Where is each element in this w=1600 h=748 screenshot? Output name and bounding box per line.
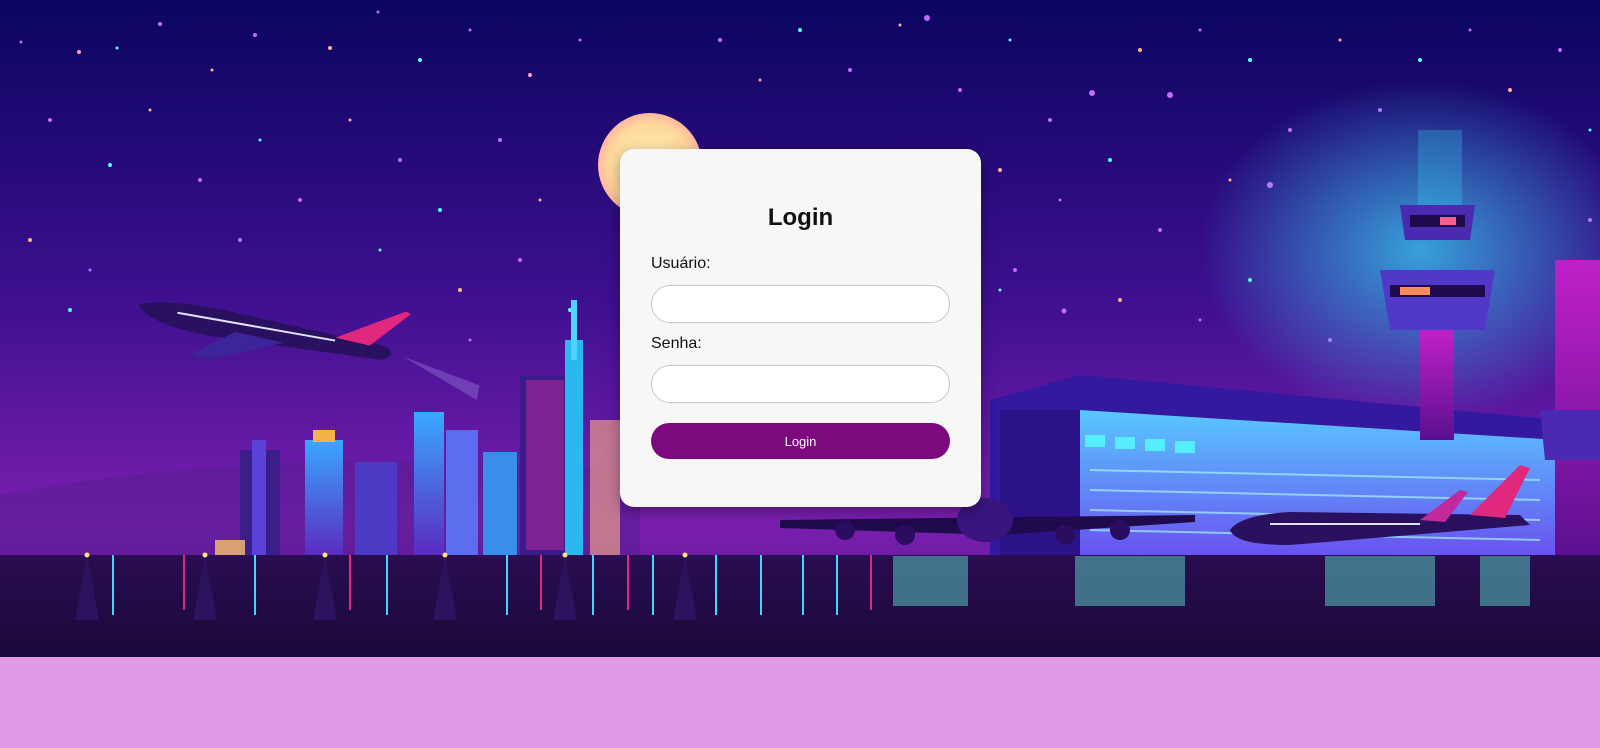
password-input[interactable] — [651, 365, 950, 403]
password-label: Senha: — [651, 335, 702, 352]
username-label: Usuário: — [651, 255, 711, 272]
login-card: Login Usuário: Senha: Login — [620, 149, 981, 507]
login-button[interactable]: Login — [651, 423, 950, 459]
username-input[interactable] — [651, 285, 950, 323]
login-title: Login — [767, 204, 834, 231]
page-footer-area — [0, 657, 1600, 748]
